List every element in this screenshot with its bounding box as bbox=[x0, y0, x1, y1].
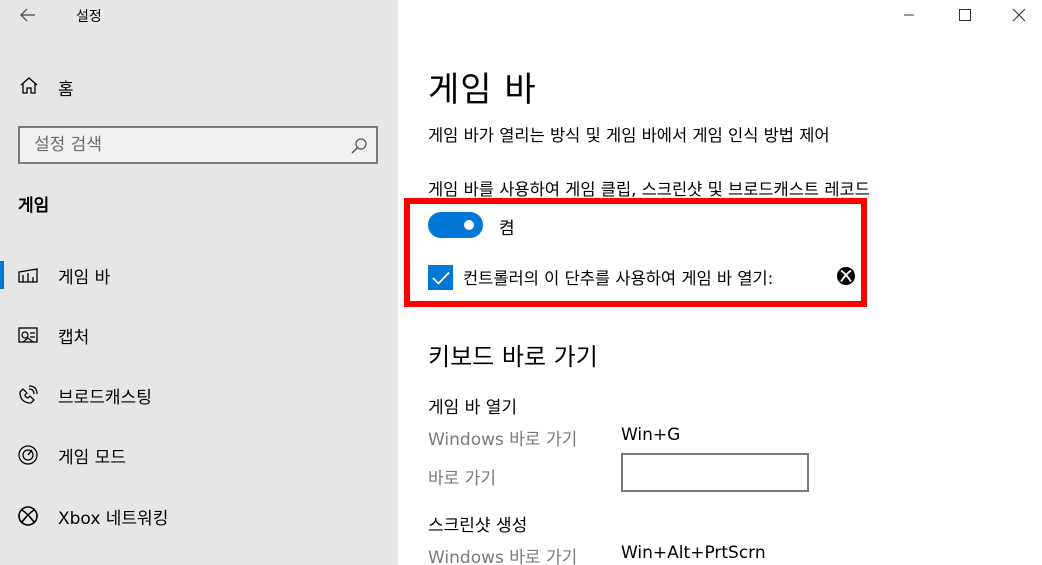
page-title: 게임 바 bbox=[428, 70, 537, 110]
app-title: 설정 bbox=[76, 9, 102, 25]
selection-indicator bbox=[0, 261, 4, 289]
back-button[interactable] bbox=[16, 4, 40, 26]
search-input[interactable] bbox=[20, 128, 340, 162]
sidebar-item-label: 게임 바 bbox=[58, 268, 111, 288]
sidebar-item-xbox-networking[interactable]: Xbox 네트워킹 bbox=[0, 494, 398, 538]
broadcasting-icon bbox=[19, 385, 38, 404]
home-icon bbox=[20, 77, 38, 94]
sidebar-item-label: Xbox 네트워킹 bbox=[58, 509, 169, 529]
sidebar-item-label: 브로드캐스팅 bbox=[58, 388, 152, 408]
section-label: 게임 bbox=[18, 196, 50, 216]
xbox-icon bbox=[18, 506, 38, 526]
windows-shortcut-label: Windows 바로 가기 bbox=[428, 548, 578, 565]
game-mode-icon bbox=[18, 445, 38, 465]
windows-shortcut-value: Win+G bbox=[621, 425, 681, 445]
sidebar-item-home[interactable]: 홈 bbox=[0, 66, 398, 106]
search-box bbox=[18, 126, 378, 164]
sidebar-item-label: 게임 모드 bbox=[58, 448, 126, 468]
sidebar-item-game-mode[interactable]: 게임 모드 bbox=[0, 433, 398, 477]
sidebar-item-label: 캡처 bbox=[58, 328, 90, 348]
sidebar-item-broadcasting[interactable]: 브로드캐스팅 bbox=[0, 373, 398, 417]
windows-shortcut-value: Win+Alt+PrtScrn bbox=[621, 543, 766, 563]
windows-shortcut-label: Windows 바로 가기 bbox=[428, 430, 578, 450]
highlight-annotation-box bbox=[404, 198, 867, 307]
main-content: 게임 바 게임 바가 열리는 방식 및 게임 바에서 게임 인식 방법 제어 게… bbox=[398, 0, 1042, 565]
search-icon[interactable] bbox=[350, 137, 368, 155]
page-description: 게임 바가 열리는 방식 및 게임 바에서 게임 인식 방법 제어 bbox=[428, 126, 830, 145]
shortcut-group-heading: 게임 바 열기 bbox=[428, 398, 518, 418]
shortcuts-section-title: 키보드 바로 가기 bbox=[428, 343, 598, 371]
shortcut-group-heading: 스크린샷 생성 bbox=[428, 516, 528, 536]
game-bar-icon bbox=[18, 268, 38, 283]
sidebar-item-game-bar[interactable]: 게임 바 bbox=[0, 253, 398, 297]
toggle-caption: 게임 바를 사용하여 게임 클립, 스크린샷 및 브로드캐스트 레코드 bbox=[428, 180, 870, 199]
sidebar-item-capture[interactable]: 캡처 bbox=[0, 313, 398, 357]
custom-shortcut-label: 바로 가기 bbox=[428, 469, 496, 489]
custom-shortcut-input[interactable] bbox=[621, 453, 809, 492]
capture-icon bbox=[18, 327, 38, 343]
sidebar: 설정 홈 게임 게임 바 캡처 브로드캐스팅 게임 모드 Xbox 네트워킹 bbox=[0, 0, 398, 565]
sidebar-item-label: 홈 bbox=[58, 80, 74, 100]
back-arrow-icon bbox=[20, 8, 35, 22]
